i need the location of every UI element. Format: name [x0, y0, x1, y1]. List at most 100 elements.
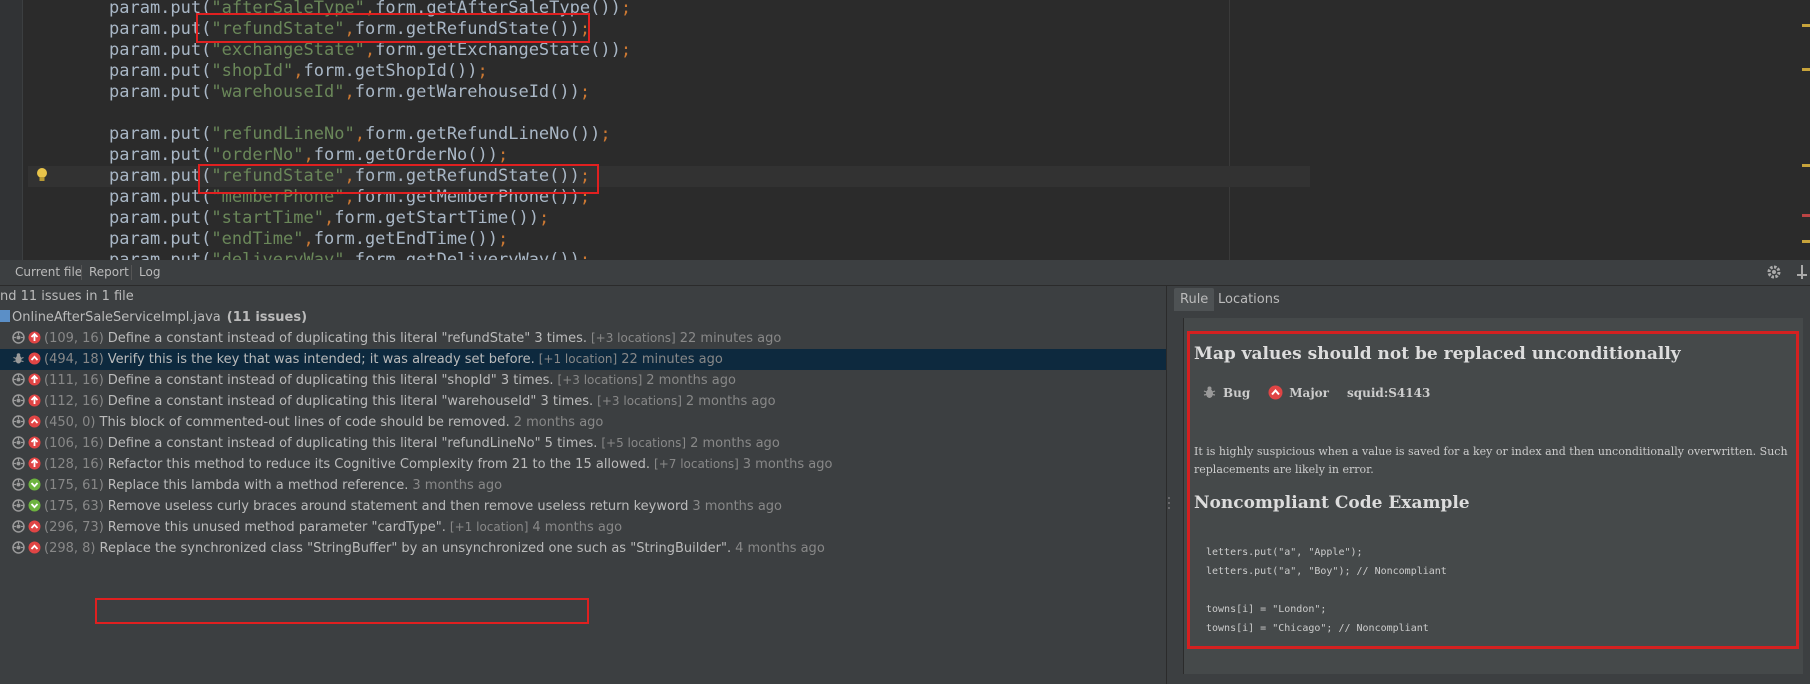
severity-critical-icon [28, 331, 41, 344]
issue-location: (111, 16) [44, 373, 104, 388]
issue-age: 3 months ago [412, 478, 503, 493]
issue-extra-locations: [+7 locations] [654, 457, 739, 471]
splitter-handle-icon[interactable] [1167, 496, 1171, 510]
file-name: OnlineAfterSaleServiceImpl.java [12, 310, 221, 325]
code-smell-icon [12, 436, 25, 449]
code-line[interactable]: param.put("refundState",form.getRefundSt… [109, 19, 590, 40]
rule-severity: Major [1289, 386, 1329, 400]
code-line[interactable]: param.put("shopId",form.getShopId()); [109, 61, 488, 82]
issue-location: (109, 16) [44, 331, 104, 346]
lightbulb-icon[interactable] [35, 167, 49, 183]
code-line[interactable]: param.put("afterSaleType",form.getAfterS… [109, 0, 631, 19]
code-smell-icon [12, 457, 25, 470]
tab-locations[interactable]: Locations [1212, 288, 1286, 311]
highlight-box [95, 598, 589, 624]
severity-critical-icon [28, 394, 41, 407]
issue-message: Define a constant instead of duplicating… [107, 331, 587, 346]
issue-message: Replace this lambda with a method refere… [107, 478, 409, 493]
pin-icon[interactable] [1795, 264, 1809, 280]
issue-row[interactable]: (106, 16) Define a constant instead of du… [0, 433, 1166, 454]
code-line[interactable]: param.put("startTime",form.getStartTime(… [109, 208, 549, 229]
issue-location: (494, 18) [44, 352, 104, 367]
right-margin-guide [1229, 0, 1230, 260]
code-line[interactable]: param.put("endTime",form.getEndTime()); [109, 229, 508, 250]
rule-meta: Bug Major squid:S4143 [1202, 383, 1430, 403]
stripe-mark[interactable] [1802, 164, 1810, 167]
panel-splitter[interactable] [1166, 285, 1167, 684]
issue-row[interactable]: (109, 16) Define a constant instead of du… [0, 328, 1166, 349]
tab-rule[interactable]: Rule [1174, 288, 1215, 311]
code-line[interactable]: param.put("memberPhone",form.getMemberPh… [109, 187, 590, 208]
issue-message: This block of commented-out lines of cod… [99, 415, 510, 430]
issue-location: (106, 16) [44, 436, 104, 451]
issue-row[interactable]: (494, 18) Verify this is the key that was… [0, 349, 1166, 370]
issue-row[interactable]: (450, 0) This block of commented-out line… [0, 412, 1166, 433]
issue-message: Remove useless curly braces around state… [107, 499, 689, 514]
code-smell-icon [12, 415, 25, 428]
rule-title: Map values should not be replaced uncond… [1194, 344, 1681, 364]
java-file-icon [0, 310, 10, 322]
issue-age: 3 months ago [692, 499, 783, 514]
sonarlint-tool-window: Current file Report Log nd 11 issues in … [0, 260, 1810, 684]
issue-message: Verify this is the key that was intended… [107, 352, 535, 367]
severity-major-icon [28, 352, 41, 365]
stripe-mark[interactable] [1802, 214, 1810, 217]
issue-list: (109, 16) Define a constant instead of du… [0, 328, 1166, 559]
severity-major-icon [28, 520, 41, 533]
issue-row[interactable]: (128, 16) Refactor this method to reduce … [0, 454, 1166, 475]
issue-row[interactable]: (175, 63) Remove useless curly braces aro… [0, 496, 1166, 517]
issue-age: 4 months ago [532, 520, 623, 535]
code-line-current[interactable]: param.put("refundState",form.getRefundSt… [28, 166, 1310, 187]
code-line[interactable]: param.put("warehouseId",form.getWarehous… [109, 82, 590, 103]
issue-age: 22 minutes ago [621, 352, 723, 367]
file-node[interactable]: OnlineAfterSaleServiceImpl.java (11 issue… [0, 308, 307, 328]
code-smell-icon [12, 478, 25, 491]
tab-log[interactable]: Log [132, 260, 167, 285]
issue-location: (175, 63) [44, 499, 104, 514]
stripe-mark[interactable] [1802, 24, 1810, 27]
gear-icon[interactable] [1766, 264, 1782, 280]
code-smell-icon [12, 394, 25, 407]
issue-location: (450, 0) [44, 415, 96, 430]
issue-age: 22 minutes ago [679, 331, 782, 346]
issue-row[interactable]: (298, 8) Replace the synchronized class "… [0, 538, 1166, 559]
code-line[interactable]: param.put("refundLineNo",form.getRefundL… [109, 124, 611, 145]
error-stripe[interactable] [1800, 0, 1810, 260]
severity-minor-icon [28, 499, 41, 512]
code-smell-icon [12, 373, 25, 386]
stripe-mark[interactable] [1802, 240, 1810, 243]
noncompliant-heading: Noncompliant Code Example [1194, 493, 1470, 513]
rule-type: Bug [1223, 386, 1251, 400]
severity-major-icon [1268, 385, 1283, 400]
code-line[interactable]: param.put("orderNo",form.getOrderNo()); [109, 145, 508, 166]
code-line[interactable]: param.put("deliveryWay",form.getDelivery… [109, 250, 590, 260]
code-smell-icon [12, 331, 25, 344]
issue-message: Define a constant instead of duplicating… [107, 436, 598, 451]
severity-critical-icon [28, 457, 41, 470]
issue-extra-locations: [+3 locations] [597, 394, 682, 408]
issue-extra-locations: [+3 locations] [591, 331, 676, 345]
issue-row[interactable]: (296, 73) Remove this unused method param… [0, 517, 1166, 538]
issue-row[interactable]: (111, 16) Define a constant instead of du… [0, 370, 1166, 391]
issue-location: (296, 73) [44, 520, 104, 535]
issue-age: 2 months ago [513, 415, 604, 430]
issue-message: Define a constant instead of duplicating… [107, 394, 594, 409]
severity-critical-icon [28, 436, 41, 449]
issue-message: Replace the synchronized class "StringBu… [99, 541, 732, 556]
issue-age: 2 months ago [690, 436, 780, 451]
stripe-mark[interactable] [1802, 68, 1810, 71]
rule-description: It is highly suspicious when a value is … [1194, 445, 1788, 476]
issue-count: (11 issues) [226, 310, 308, 325]
tab-current-file[interactable]: Current file [8, 260, 89, 285]
issue-message: Refactor this method to reduce its Cogni… [107, 457, 651, 472]
issue-location: (175, 61) [44, 478, 104, 493]
code-editor[interactable]: param.put("afterSaleType",form.getAfterS… [0, 0, 1810, 260]
issue-row[interactable]: (112, 16) Define a constant instead of du… [0, 391, 1166, 412]
severity-critical-icon [28, 373, 41, 386]
issue-row[interactable]: (175, 61) Replace this lambda with a meth… [0, 475, 1166, 496]
tab-report[interactable]: Report [82, 260, 136, 285]
code-line[interactable]: param.put("exchangeState",form.getExchan… [109, 40, 631, 61]
issue-location: (298, 8) [44, 541, 96, 556]
issue-extra-locations: [+5 locations] [601, 436, 687, 450]
bug-icon [1203, 386, 1216, 398]
